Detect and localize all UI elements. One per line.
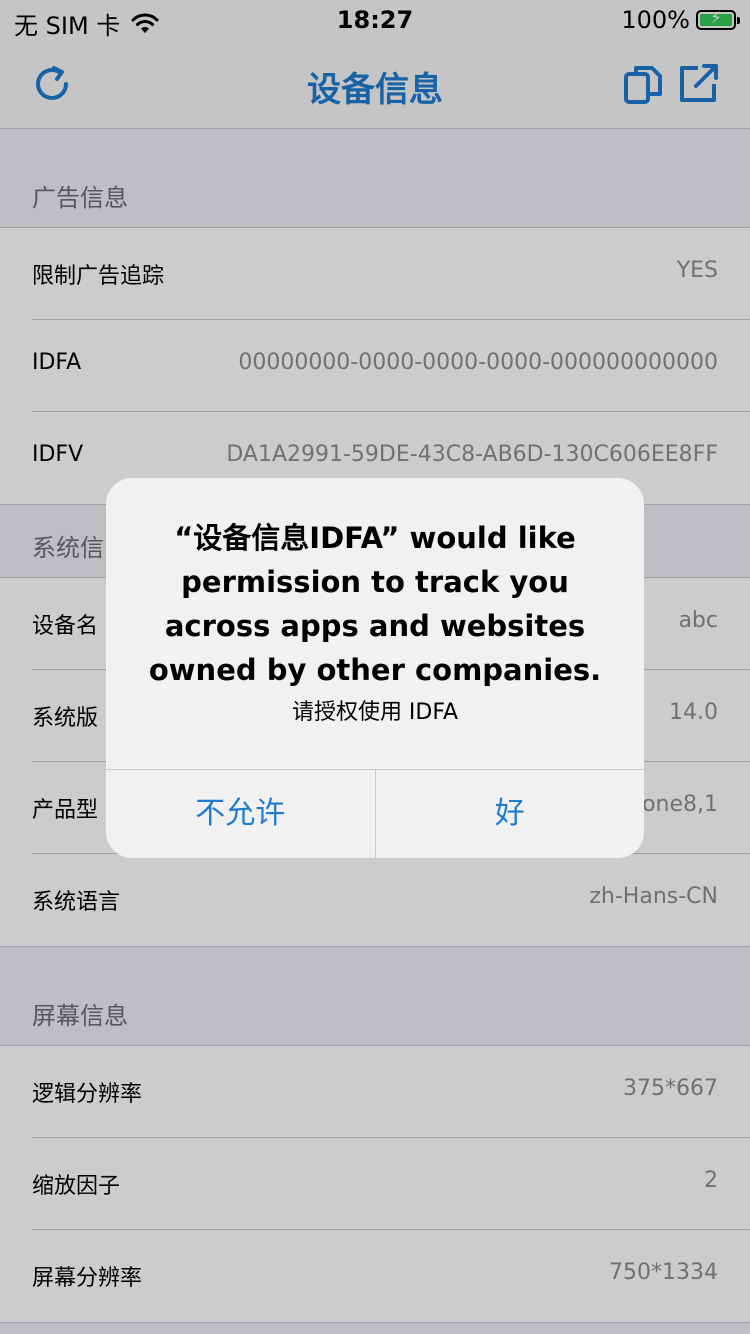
alert-message: 请授权使用 IDFA [291, 700, 459, 725]
alert-title: “设备信息IDFA” would like permission to trac… [148, 521, 602, 687]
screen: 无 SIM 卡 18:27 100% ⚡ 设备信息 广告信息 限制广告追踪 YE… [0, 0, 750, 1334]
alert-button-row: 不允许 好 [106, 769, 644, 858]
ok-button[interactable]: 好 [374, 770, 645, 858]
tracking-permission-alert: “设备信息IDFA” would like permission to trac… [106, 478, 644, 858]
dont-allow-button[interactable]: 不允许 [106, 770, 375, 858]
